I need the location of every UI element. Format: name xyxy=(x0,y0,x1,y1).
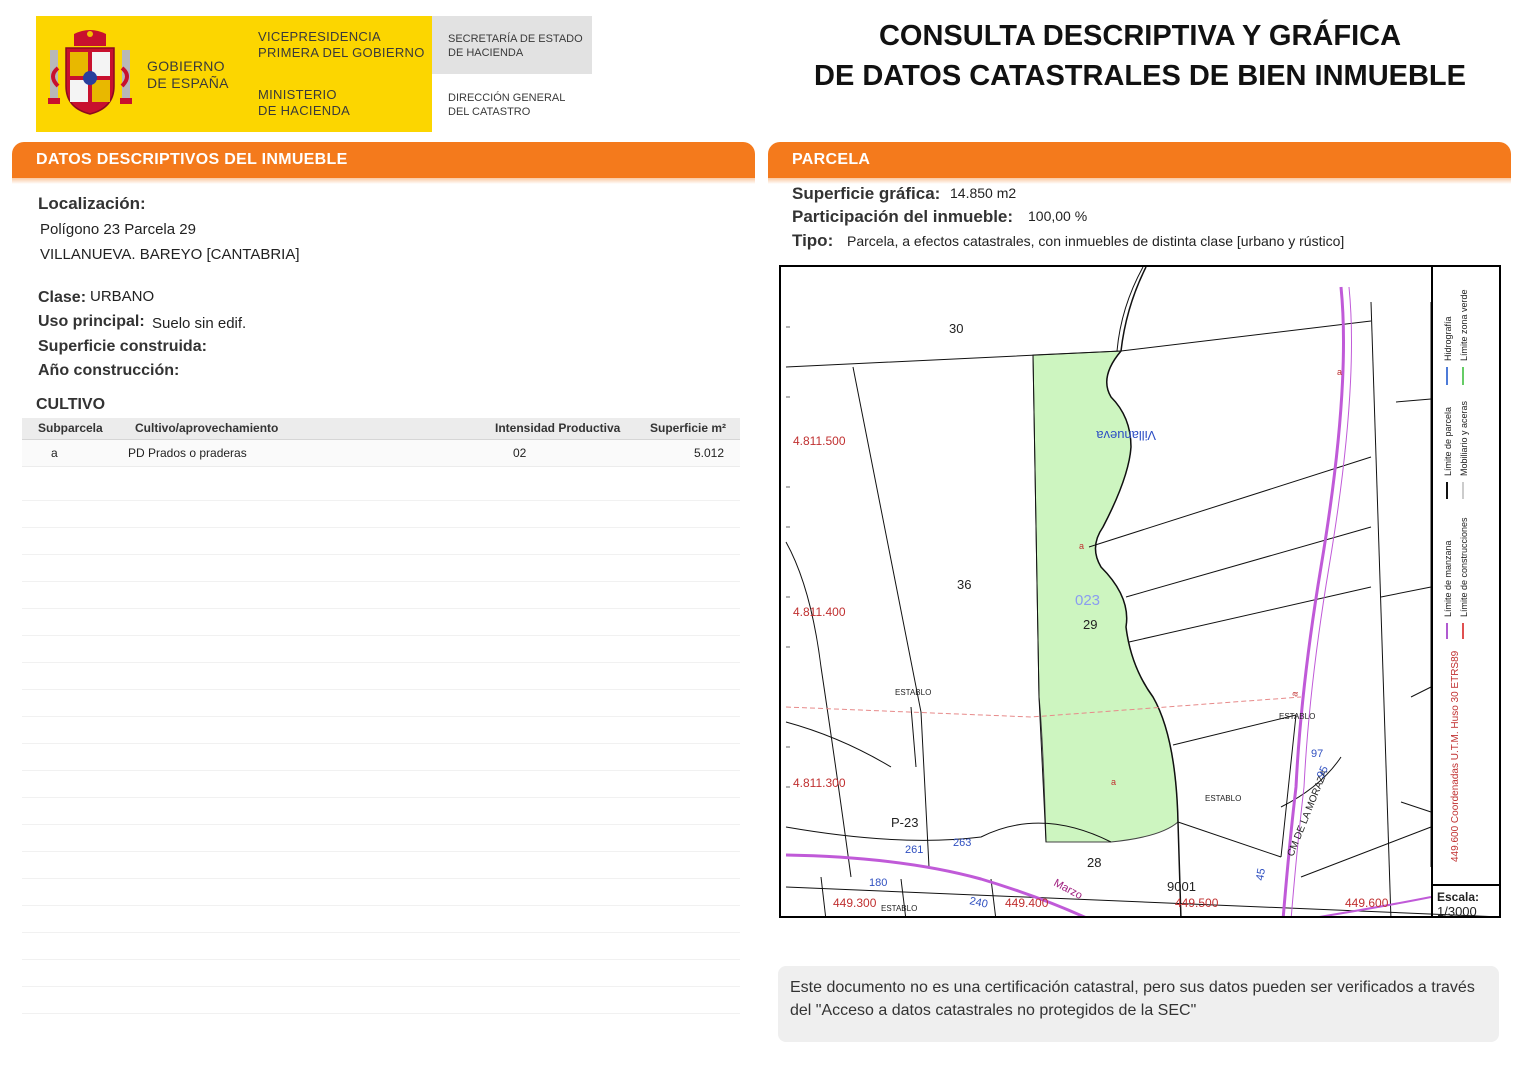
legend-item: Límite zona verde xyxy=(1459,289,1469,361)
cultivo-title: CULTIVO xyxy=(36,396,106,413)
legend-separator xyxy=(1431,267,1433,916)
blue-number: 263 xyxy=(953,837,971,849)
escala-label: Escala: xyxy=(1437,890,1480,904)
datos-descriptivos-header: DATOS DESCRIPTIVOS DEL INMUEBLE xyxy=(12,142,755,184)
x-coordinate: 449.500 xyxy=(1175,896,1219,910)
escala-value: 1/3000 xyxy=(1437,904,1477,918)
legend-item: Límite de parcela xyxy=(1443,407,1453,476)
y-coordinate: 4.811.500 xyxy=(793,434,846,448)
empty-table-rows xyxy=(22,474,740,1034)
localizacion-line-2: VILLANUEVA. BAREYO [CANTABRIA] xyxy=(40,246,300,263)
table-row: a PD Prados o praderas 02 5.012 xyxy=(22,440,740,467)
anio-construccion-label: Año construcción: xyxy=(38,362,180,379)
building-label: ESTABLO xyxy=(881,904,917,913)
title-line-1: CONSULTA DESCRIPTIVA Y GRÁFICA xyxy=(878,20,1402,52)
clase-label: Clase: xyxy=(38,289,87,306)
parcel-label: 36 xyxy=(957,577,971,592)
parcel-label: 9001 xyxy=(1167,879,1196,894)
coordinate-note: 449.600 Coordenadas U.T.M. Huso 30 ETRS8… xyxy=(1450,650,1461,862)
x-coordinate: 449.400 xyxy=(1005,896,1049,910)
participacion-label: Participación del inmueble: xyxy=(792,207,1014,226)
tipo-label: Tipo: xyxy=(792,231,834,250)
legend-item: Límite de construcciones xyxy=(1459,517,1469,617)
map-drawing: 30362928979001023P-23VillanuevaCM DE LA … xyxy=(785,267,1490,916)
cultivo-table: Subparcela Cultivo/aprovechamiento Inten… xyxy=(22,418,740,1034)
secretaria-text: SECRETARÍA DE ESTADO DE HACIENDA xyxy=(448,33,583,59)
clase-value: URBANO xyxy=(90,288,155,305)
y-coordinate: 4.811.400 xyxy=(793,605,846,619)
road-right xyxy=(1281,286,1345,916)
cell-cultivo: PD Prados o praderas xyxy=(128,446,247,460)
legend-item: Hidrografía xyxy=(1443,316,1453,361)
subparcel-mark: a xyxy=(1079,541,1084,551)
participacion-value: 100,00 % xyxy=(1028,208,1088,224)
government-logo-block: GOBIERNO DE ESPAÑA VICEPRESIDENCIA PRIME… xyxy=(36,16,432,132)
parcel-label: 28 xyxy=(1087,855,1101,870)
superficie-grafica-value: 14.850 m2 xyxy=(950,185,1017,201)
cell-subparcela: a xyxy=(51,446,58,460)
disclaimer-note: Este documento no es una certificación c… xyxy=(778,966,1499,1042)
subparcel-mark: a xyxy=(1111,777,1116,787)
superficie-grafica-label: Superficie gráfica: xyxy=(792,184,941,203)
x-coordinate: 449.600 xyxy=(1345,896,1389,910)
parcel-29-shape xyxy=(1032,350,1179,843)
subparcel-mark: a xyxy=(1289,691,1300,698)
uso-principal-value: Suelo sin edif. xyxy=(152,315,247,332)
building-label: ESTABLO xyxy=(895,688,931,697)
subparcel-mark: a xyxy=(1337,367,1342,377)
y-coordinate: 4.811.300 xyxy=(793,776,846,790)
localizacion-line-1: Polígono 23 Parcela 29 xyxy=(40,221,196,238)
parcel-label: 97 xyxy=(1311,748,1323,760)
poligono-label: 023 xyxy=(1075,592,1100,609)
parcel-label: 29 xyxy=(1083,617,1097,632)
vicepresidencia-text: VICEPRESIDENCIA PRIMERA DEL GOBIERNO xyxy=(258,29,425,60)
x-coordinate: 449.300 xyxy=(833,896,877,910)
direccion-general-text: DIRECCIÓN GENERAL DEL CATASTRO xyxy=(448,92,566,118)
table-header: Subparcela Cultivo/aprovechamiento Inten… xyxy=(22,418,740,440)
coat-of-arms-icon xyxy=(48,30,132,115)
blue-number: 240 xyxy=(968,895,988,911)
title-line-2: DE DATOS CATASTRALES DE BIEN INMUEBLE xyxy=(814,60,1466,92)
cell-superficie: 5.012 xyxy=(694,446,725,460)
blue-number: 180 xyxy=(869,877,887,889)
building-label: ESTABLO xyxy=(1279,712,1315,721)
scale-box: Escala: 1/3000 xyxy=(1431,884,1499,918)
legend-item: Límite de manzana xyxy=(1443,540,1453,617)
th-subparcela: Subparcela xyxy=(38,421,103,435)
superficie-construida-label: Superficie construida: xyxy=(38,338,207,355)
document-title: CONSULTA DESCRIPTIVA Y GRÁFICA DE DATOS … xyxy=(790,16,1490,96)
parcel-label: 30 xyxy=(949,321,963,336)
th-superficie: Superficie m² xyxy=(650,421,727,435)
tipo-value: Parcela, a efectos catastrales, con inmu… xyxy=(847,233,1345,249)
th-cultivo: Cultivo/aprovechamiento xyxy=(135,421,279,435)
river-label: Villanueva xyxy=(1095,428,1156,443)
blue-number: 261 xyxy=(905,844,923,856)
ministerio-text: MINISTERIO DE HACIENDA xyxy=(258,87,351,118)
building-label: ESTABLO xyxy=(1205,794,1241,803)
localizacion-label: Localización: xyxy=(38,194,146,213)
legend-item: Mobiliario y aceras xyxy=(1459,400,1469,476)
parcela-header: PARCELA xyxy=(768,142,1511,184)
poligono-ref: P-23 xyxy=(891,815,918,830)
gobierno-de-espana-text: GOBIERNO DE ESPAÑA xyxy=(147,58,229,91)
uso-principal-label: Uso principal: xyxy=(38,313,145,330)
th-intensidad: Intensidad Productiva xyxy=(495,421,621,435)
cadastral-map[interactable]: 30 36 29 28 97 9001 023 P-23 Villanueva CM DE LA … xyxy=(779,265,1501,918)
blue-number: 45 xyxy=(1254,867,1268,881)
cell-intensidad: 02 xyxy=(513,446,527,460)
